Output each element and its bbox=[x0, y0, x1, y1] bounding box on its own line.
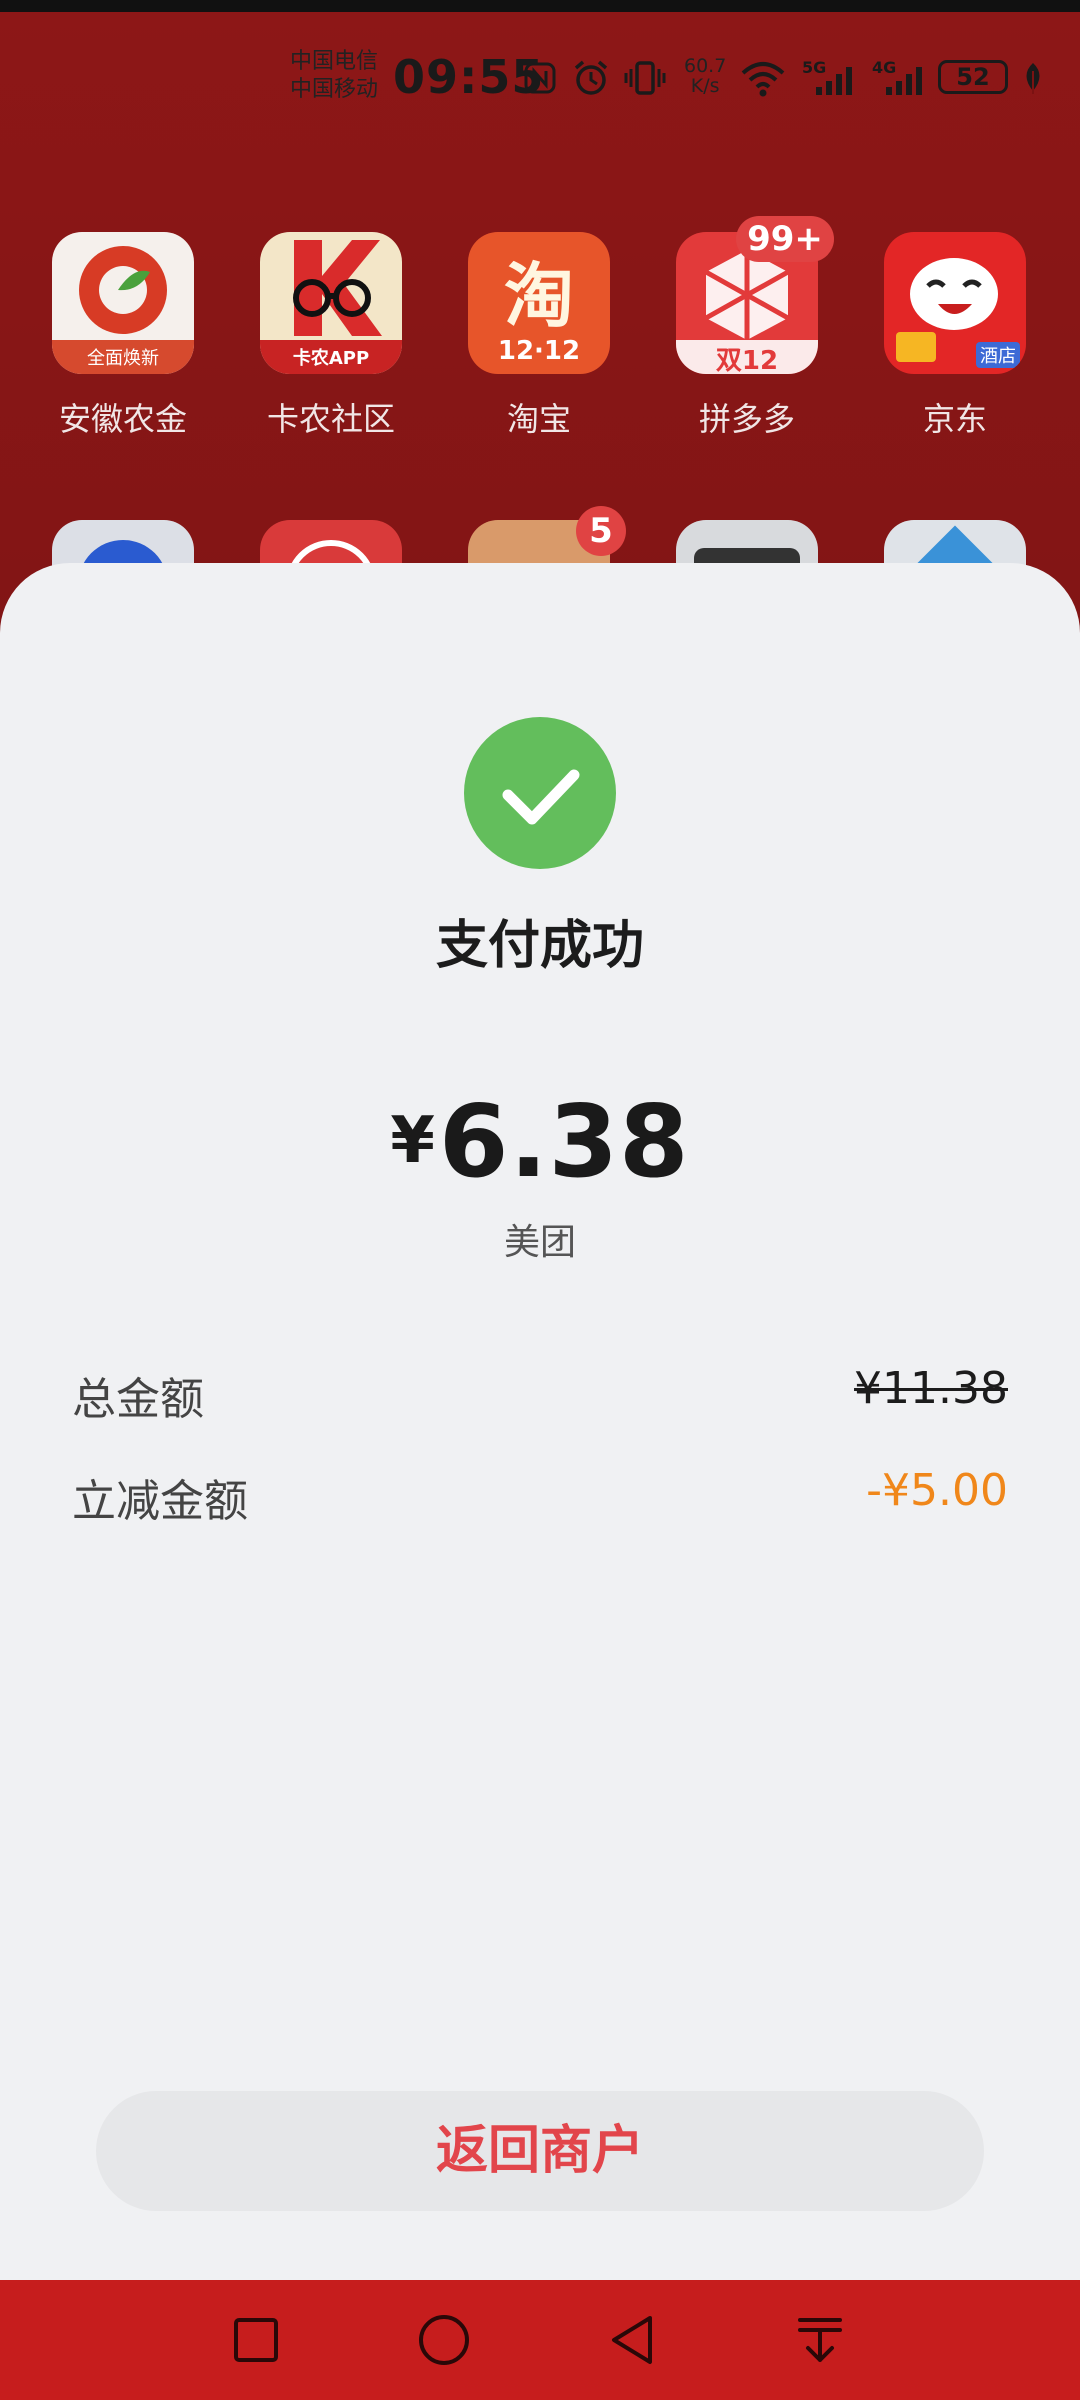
jd-icon: 酒店 bbox=[884, 232, 1026, 374]
app-label: 拼多多 bbox=[698, 400, 795, 438]
signal-5g-label: 5G bbox=[802, 58, 827, 77]
payment-status-title: 支付成功 bbox=[435, 916, 644, 976]
notification-badge: 5 bbox=[576, 506, 626, 556]
signal-4g-icon: 4G bbox=[870, 58, 930, 98]
app-taobao[interactable]: 淘 12·12 淘宝 bbox=[464, 232, 614, 440]
carrier-names: 中国电信 中国移动 bbox=[290, 48, 378, 104]
signal-4g-label: 4G bbox=[872, 58, 897, 77]
carrier-2: 中国移动 bbox=[290, 77, 379, 102]
app-anhui-rural-bank[interactable]: 全面焕新 安徽农金 bbox=[48, 232, 198, 440]
app-jd[interactable]: 酒店 京东 bbox=[880, 232, 1030, 440]
anhui-rural-bank-icon: 全面焕新 bbox=[52, 232, 194, 374]
app-label: 卡农社区 bbox=[266, 400, 395, 438]
app-tile-text: 全面焕新 bbox=[87, 348, 159, 369]
screen-top-edge bbox=[0, 0, 1080, 12]
signal-5g-icon: 5G bbox=[800, 58, 860, 98]
wifi-icon bbox=[738, 58, 788, 98]
amount-value: 6.38 bbox=[438, 1083, 690, 1200]
app-label: 淘宝 bbox=[506, 400, 571, 438]
total-amount-label: 总金额 bbox=[72, 1374, 204, 1425]
home-icon[interactable] bbox=[408, 2304, 480, 2376]
app-tile-text: 酒店 bbox=[976, 342, 1020, 368]
app-tile-text: 12·12 bbox=[497, 336, 581, 366]
currency-symbol: ¥ bbox=[390, 1104, 435, 1178]
vibrate-icon bbox=[622, 58, 668, 98]
speed-value: 60.7 bbox=[684, 55, 727, 77]
alarm-icon bbox=[570, 58, 612, 98]
kanong-icon: 卡农APP bbox=[260, 232, 402, 374]
network-speed: 60.7 K/s bbox=[684, 56, 726, 96]
app-kanong[interactable]: 卡农APP 卡农社区 bbox=[256, 232, 406, 440]
paid-amount: ¥6.38 bbox=[0, 1083, 1080, 1200]
notification-badge: 99+ bbox=[736, 216, 834, 262]
nfc-icon bbox=[522, 58, 558, 98]
payment-result-sheet: 支付成功 ¥6.38 美团 总金额 ¥11.38 立减金额 -¥5.00 返回商… bbox=[0, 563, 1080, 2280]
app-label: 安徽农金 bbox=[58, 400, 187, 438]
back-icon[interactable] bbox=[596, 2304, 668, 2376]
status-bar: 中国电信 中国移动 09:55 60.7 K/s 5G 4G 52 bbox=[0, 40, 1080, 120]
total-amount-value: ¥11.38 bbox=[854, 1363, 1008, 1414]
app-tile-text: 卡农APP bbox=[292, 348, 370, 369]
speed-unit: K/s bbox=[690, 75, 720, 97]
recent-apps-icon[interactable] bbox=[220, 2304, 292, 2376]
app-tile-text: 双12 bbox=[715, 346, 779, 374]
check-circle-icon bbox=[464, 717, 616, 869]
app-label: 京东 bbox=[922, 400, 987, 438]
discount-label: 立减金额 bbox=[72, 1476, 248, 1527]
app-pinduoduo[interactable]: 双12 拼多多 bbox=[672, 232, 822, 440]
leaf-icon bbox=[1018, 58, 1048, 98]
discount-value: -¥5.00 bbox=[866, 1465, 1008, 1516]
merchant-name: 美团 bbox=[503, 1222, 576, 1263]
system-navigation-bar bbox=[0, 2280, 1080, 2400]
carrier-1: 中国电信 bbox=[290, 49, 379, 74]
notification-pull-icon[interactable] bbox=[784, 2304, 856, 2376]
return-to-merchant-button[interactable]: 返回商户 bbox=[96, 2091, 984, 2211]
taobao-icon: 淘 12·12 bbox=[468, 232, 610, 374]
battery-icon: 52 bbox=[938, 60, 1008, 94]
